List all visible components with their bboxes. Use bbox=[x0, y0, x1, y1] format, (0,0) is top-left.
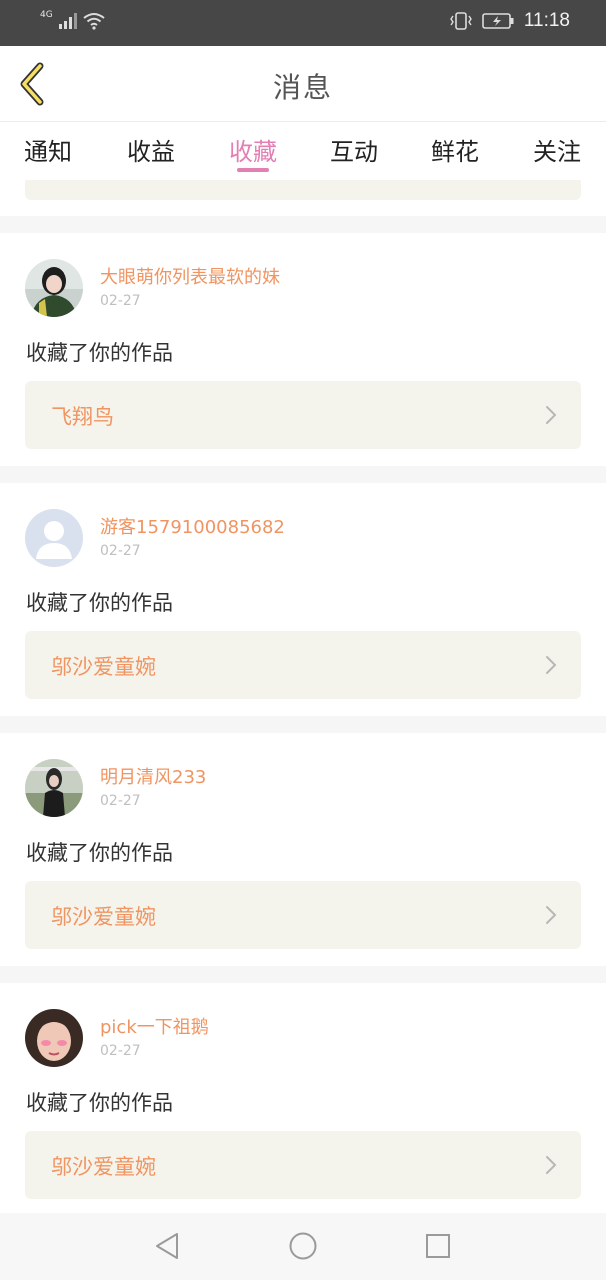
tab-bar: 通知 收益 收藏 互动 鲜花 关注 bbox=[0, 122, 606, 180]
page-title: 消息 bbox=[272, 71, 333, 104]
home-circle-icon[interactable] bbox=[288, 1231, 318, 1261]
list-item: pick一下祖鹅 02-27 收藏了你的作品 邬沙爱童婉 bbox=[0, 983, 606, 1213]
user-photo-icon bbox=[25, 1009, 83, 1067]
username[interactable]: 明月清风233 bbox=[100, 763, 206, 789]
timestamp: 02-27 bbox=[100, 543, 141, 559]
work-title: 邬沙爱童婉 bbox=[51, 1155, 156, 1179]
network-type: 4G bbox=[40, 10, 53, 20]
chevron-right-icon bbox=[546, 906, 557, 924]
tab-follow[interactable]: 关注 bbox=[517, 132, 597, 167]
chevron-right-icon bbox=[546, 656, 557, 674]
work-link[interactable]: 飞翔鸟 bbox=[25, 381, 581, 449]
tab-flowers[interactable]: 鲜花 bbox=[415, 132, 495, 167]
tab-interaction[interactable]: 互动 bbox=[314, 132, 394, 167]
timestamp: 02-27 bbox=[100, 1043, 141, 1059]
avatar[interactable] bbox=[25, 509, 83, 567]
status-bar: 4G 11:18 bbox=[0, 0, 606, 46]
tab-favorites[interactable]: 收藏 bbox=[213, 132, 293, 167]
status-left: 4G bbox=[40, 10, 105, 30]
username[interactable]: 大眼萌你列表最软的妹 bbox=[100, 263, 280, 289]
user-photo-icon bbox=[25, 259, 83, 317]
system-nav-bar bbox=[0, 1213, 606, 1280]
active-tab-indicator bbox=[237, 168, 269, 172]
action-text: 收藏了你的作品 bbox=[26, 591, 173, 615]
list-item: 明月清风233 02-27 收藏了你的作品 邬沙爱童婉 bbox=[0, 733, 606, 966]
work-title: 邬沙爱童婉 bbox=[51, 905, 156, 929]
work-title: 邬沙爱童婉 bbox=[51, 655, 156, 679]
signal-icon bbox=[58, 13, 77, 29]
wifi-icon bbox=[83, 13, 105, 30]
list-item-partial bbox=[0, 180, 606, 216]
avatar[interactable] bbox=[25, 759, 83, 817]
list-item: 游客1579100085682 02-27 收藏了你的作品 邬沙爱童婉 bbox=[0, 483, 606, 716]
timestamp: 02-27 bbox=[100, 293, 141, 309]
chevron-right-icon bbox=[546, 1156, 557, 1174]
username[interactable]: pick一下祖鹅 bbox=[100, 1013, 209, 1039]
status-right: 11:18 bbox=[450, 10, 570, 32]
work-title: 飞翔鸟 bbox=[51, 405, 114, 429]
action-text: 收藏了你的作品 bbox=[26, 841, 173, 865]
recents-square-icon[interactable] bbox=[423, 1231, 453, 1261]
app-header: 消息 bbox=[0, 46, 606, 122]
chevron-right-icon bbox=[546, 406, 557, 424]
username[interactable]: 游客1579100085682 bbox=[100, 513, 285, 539]
notification-list: 大眼萌你列表最软的妹 02-27 收藏了你的作品 飞翔鸟 游客157910008… bbox=[0, 180, 606, 1213]
action-text: 收藏了你的作品 bbox=[26, 1091, 173, 1115]
action-text: 收藏了你的作品 bbox=[26, 341, 173, 365]
work-link[interactable]: 邬沙爱童婉 bbox=[25, 631, 581, 699]
back-triangle-icon[interactable] bbox=[153, 1231, 183, 1261]
clock: 11:18 bbox=[523, 10, 570, 31]
work-link[interactable]: 邬沙爱童婉 bbox=[25, 881, 581, 949]
tab-notice[interactable]: 通知 bbox=[8, 132, 88, 167]
work-link-partial[interactable] bbox=[25, 180, 581, 200]
battery-charging-icon bbox=[482, 13, 514, 29]
default-user-icon bbox=[25, 509, 83, 567]
vibrate-icon bbox=[450, 12, 472, 30]
avatar[interactable] bbox=[25, 1009, 83, 1067]
user-photo-icon bbox=[25, 759, 83, 817]
timestamp: 02-27 bbox=[100, 793, 141, 809]
list-item: 大眼萌你列表最软的妹 02-27 收藏了你的作品 飞翔鸟 bbox=[0, 233, 606, 466]
tab-earnings[interactable]: 收益 bbox=[111, 132, 191, 167]
work-link[interactable]: 邬沙爱童婉 bbox=[25, 1131, 581, 1199]
avatar[interactable] bbox=[25, 259, 83, 317]
